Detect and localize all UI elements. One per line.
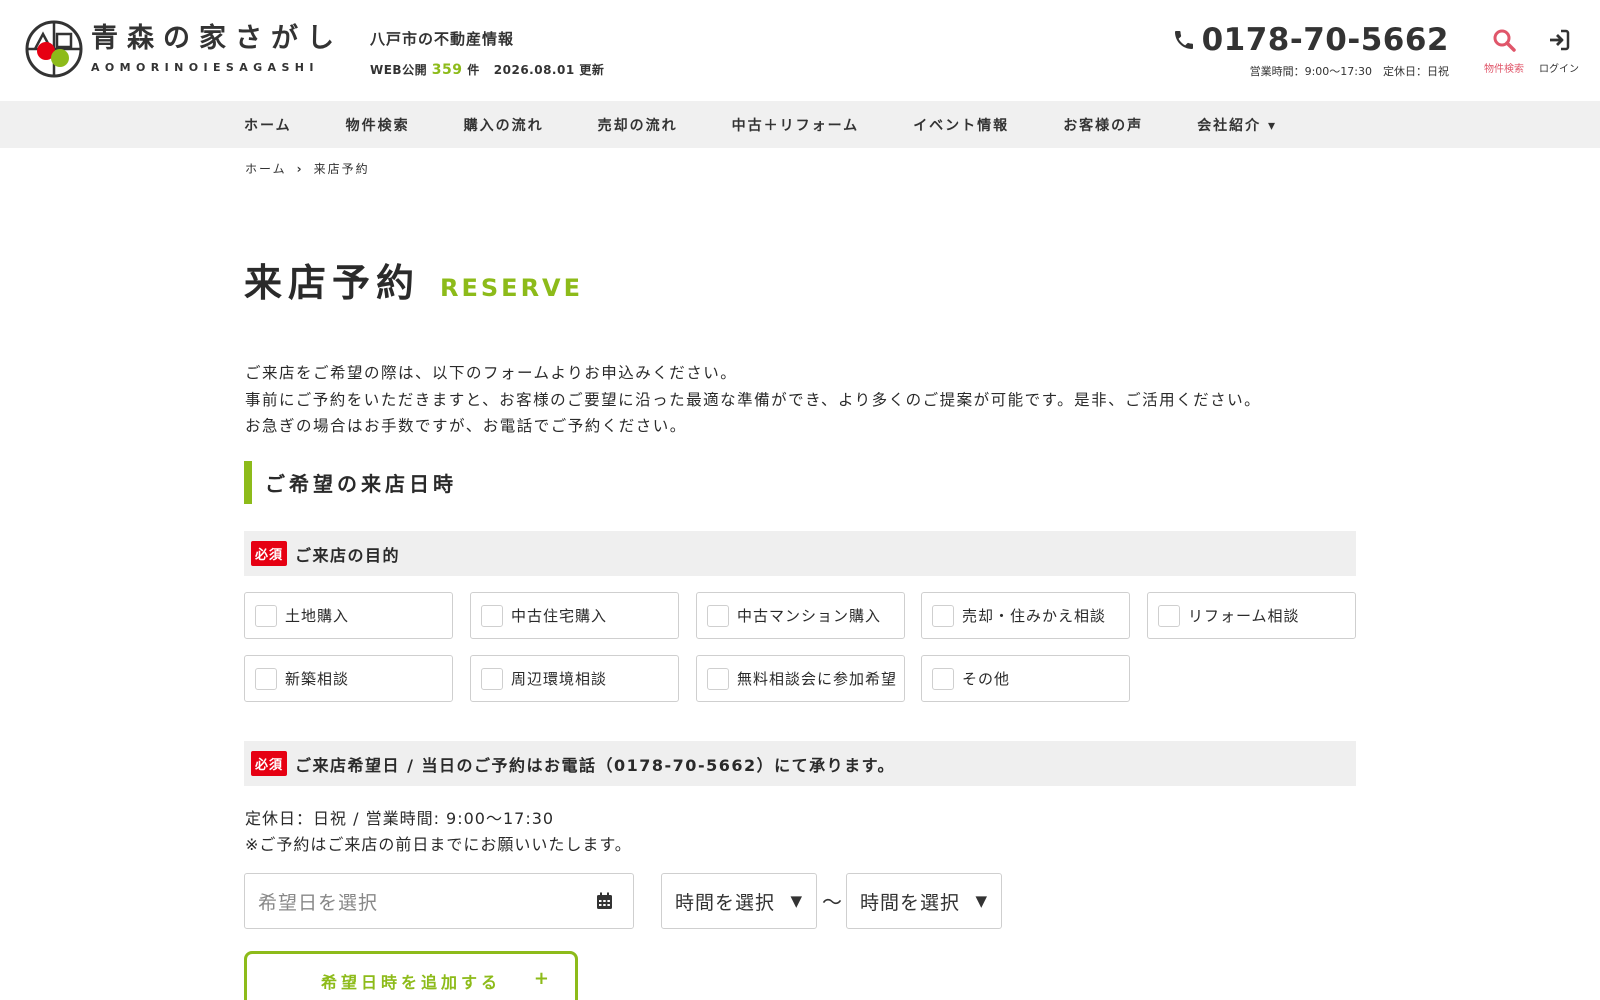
phone-link[interactable]: 0178-70-5662 (1172, 22, 1449, 58)
login-icon (1550, 29, 1570, 51)
site-info: 八戸市の不動産情報 WEB公開 359 件 2026.08.01 更新 (370, 28, 604, 78)
page-title-en: RESERVE (440, 274, 584, 302)
nav-item-sale-flow[interactable]: 売却の流れ (598, 115, 678, 135)
date-picker-input[interactable]: 希望日を選択 (244, 873, 634, 929)
section-heading: ご希望の来店日時 (244, 461, 457, 504)
login-button[interactable]: ログイン (1531, 28, 1587, 75)
caret-down-icon: ▼ (790, 892, 802, 910)
purpose-option-reform[interactable]: リフォーム相談 (1147, 592, 1356, 639)
purpose-option-other[interactable]: その他 (921, 655, 1130, 702)
purpose-field-header: 必須 ご来店の目的 (244, 531, 1356, 576)
checkbox[interactable] (255, 604, 277, 627)
nav-item-property-search[interactable]: 物件検索 (346, 115, 410, 135)
purpose-option-used-mansion[interactable]: 中古マンション購入 (696, 592, 905, 639)
caret-down-icon: ▼ (975, 892, 987, 910)
option-label: 中古マンション購入 (737, 607, 882, 625)
business-info-note: 定休日：日祝 / 営業時間: 9:00〜17:30 (245, 809, 555, 828)
purpose-option-used-house[interactable]: 中古住宅購入 (470, 592, 679, 639)
breadcrumb: ホーム › 来店予約 (245, 160, 370, 177)
global-nav: ホーム 物件検索 購入の流れ 売却の流れ 中古＋リフォーム イベント情報 お客様… (0, 101, 1600, 148)
login-label: ログイン (1539, 64, 1579, 75)
calendar-icon (597, 892, 612, 909)
tagline: 八戸市の不動産情報 (370, 30, 515, 48)
checkbox[interactable] (255, 667, 277, 690)
time-end-select[interactable]: 時間を選択 ▼ (846, 873, 1002, 929)
visit-date-notes: 定休日：日祝 / 営業時間: 9:00〜17:30 ※ご予約はご来店の前日までに… (245, 806, 632, 858)
time-end-value: 時間を選択 (860, 891, 961, 914)
breadcrumb-current: 来店予約 (313, 162, 370, 176)
add-datetime-button[interactable]: 希望日時を追加する + (244, 951, 578, 1000)
option-label: 土地購入 (285, 607, 350, 625)
logo-title: 青森の家さがし (91, 22, 343, 54)
phone-number: 0178-70-5662 (1201, 22, 1449, 58)
property-search-button[interactable]: 物件検索 (1476, 28, 1532, 75)
checkbox[interactable] (481, 667, 503, 690)
purpose-option-new-build[interactable]: 新築相談 (244, 655, 453, 702)
site-header: 青森の家さがし AOMORINOIESAGASHI 八戸市の不動産情報 WEB公… (0, 0, 1600, 101)
option-label: 中古住宅購入 (511, 607, 608, 625)
page-title-jp: 来店予約 (244, 261, 421, 305)
count-unit: 件 (467, 63, 480, 77)
visit-date-field-header: 必須 ご来店希望日 / 当日のご予約はお電話（0178-70-5662）にて承り… (244, 741, 1356, 786)
purpose-option-environment[interactable]: 周辺環境相談 (470, 655, 679, 702)
logo-subtitle: AOMORINOIESAGASHI (91, 60, 319, 74)
purpose-label: ご来店の目的 (295, 545, 401, 565)
nav-item-events[interactable]: イベント情報 (913, 115, 1009, 135)
option-label: 周辺環境相談 (511, 670, 608, 688)
updated-date: 2026.08.01 更新 (493, 63, 605, 77)
plus-icon: + (533, 968, 549, 989)
nav-item-used-reform[interactable]: 中古＋リフォーム (732, 115, 860, 135)
checkbox[interactable] (707, 604, 729, 627)
logo-mark-icon (25, 20, 83, 78)
checkbox[interactable] (932, 604, 954, 627)
purpose-option-land[interactable]: 土地購入 (244, 592, 453, 639)
option-label: リフォーム相談 (1188, 607, 1300, 625)
nav-item-voices[interactable]: お客様の声 (1063, 115, 1143, 135)
range-separator: 〜 (822, 890, 842, 914)
checkbox[interactable] (932, 667, 954, 690)
phone-icon (1174, 31, 1193, 49)
business-hours: 営業時間：9:00〜17:30 定休日：日祝 (1249, 65, 1449, 78)
phone-block: 0178-70-5662 営業時間：9:00〜17:30 定休日：日祝 (1172, 22, 1449, 79)
web-label: WEB公開 (370, 63, 428, 77)
reservation-note: ※ご予約はご来店の前日までにお願いいたします。 (245, 835, 632, 854)
checkbox[interactable] (481, 604, 503, 627)
option-label: 無料相談会に参加希望 (737, 670, 898, 688)
listing-count-line: WEB公開 359 件 2026.08.01 更新 (370, 61, 604, 78)
breadcrumb-home[interactable]: ホーム (245, 160, 287, 177)
search-icon (1493, 29, 1516, 52)
date-placeholder: 希望日を選択 (258, 891, 379, 914)
nav-item-home[interactable]: ホーム (244, 115, 292, 135)
intro-line: お急ぎの場合はお手数ですが、お電話でご予約ください。 (245, 417, 687, 435)
listing-count: 359 (431, 62, 463, 78)
intro-line: 事前にご予約をいただきますと、お客様のご要望に沿った最適な準備ができ、より多くの… (245, 390, 1262, 409)
nav-item-company[interactable]: 会社紹介 ▾ (1197, 115, 1277, 135)
time-start-value: 時間を選択 (675, 891, 776, 914)
option-label: 新築相談 (285, 670, 350, 688)
required-badge: 必須 (251, 751, 288, 776)
search-label: 物件検索 (1484, 64, 1524, 75)
chevron-right-icon: › (296, 161, 304, 176)
intro-text: ご来店をご希望の際は、以下のフォームよりお申込みください。 事前にご予約をいただ… (245, 360, 1261, 440)
checkbox[interactable] (1158, 604, 1180, 627)
site-logo[interactable]: 青森の家さがし AOMORINOIESAGASHI (25, 20, 343, 78)
checkbox[interactable] (707, 667, 729, 690)
purpose-option-sale[interactable]: 売却・住みかえ相談 (921, 592, 1130, 639)
option-label: 売却・住みかえ相談 (962, 607, 1107, 625)
required-badge: 必須 (251, 541, 288, 566)
page-title: 来店予約 RESERVE (244, 252, 583, 307)
purpose-option-consult-event[interactable]: 無料相談会に参加希望 (696, 655, 905, 702)
time-start-select[interactable]: 時間を選択 ▼ (661, 873, 817, 929)
option-label: その他 (962, 670, 1011, 688)
visit-date-label: ご来店希望日 / 当日のご予約はお電話（0178-70-5662）にて承ります。 (295, 755, 896, 775)
intro-line: ご来店をご希望の際は、以下のフォームよりお申込みください。 (245, 364, 738, 382)
add-datetime-label: 希望日時を追加する (320, 973, 501, 992)
nav-item-purchase-flow[interactable]: 購入の流れ (464, 115, 544, 135)
